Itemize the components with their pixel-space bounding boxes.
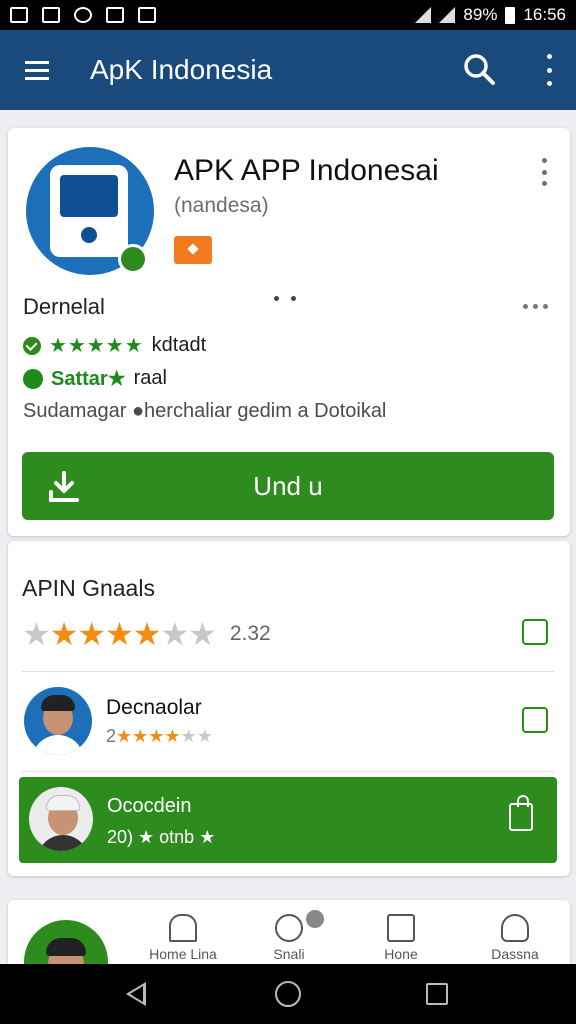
write-review-icon[interactable] [522, 619, 548, 645]
media-notification-icon [74, 7, 92, 23]
status-bar: 89% 16:56 [0, 0, 576, 30]
image-notification-icon [10, 7, 28, 23]
app-description: Sudamagar ●herchaliar gedim a Dotoikal [23, 400, 387, 422]
card-overflow-icon[interactable] [540, 158, 548, 186]
review-rating: 2★★★★★★ [106, 725, 213, 746]
app-detail-card: APK APP Indonesai (nandesa) Dernelal ★★★… [8, 128, 570, 536]
tab-badge-icon [306, 910, 324, 928]
app-name: APK APP Indonesai [174, 154, 439, 187]
install-button-label: Und u [253, 470, 323, 501]
apps-icon [387, 914, 415, 942]
section-title: Dernelal [23, 294, 105, 319]
review-item[interactable]: Decnaolar 2★★★★★★ [24, 687, 213, 755]
tab-search[interactable]: Snali [244, 910, 334, 962]
person-icon [501, 914, 529, 942]
featured-review[interactable]: Ococdein 20) ★ otnb ★ [19, 777, 557, 863]
lock-icon[interactable] [509, 795, 533, 831]
status-green-text: Sattar★ [51, 368, 126, 390]
status-line: Sattar★ raal [23, 366, 167, 391]
back-icon[interactable] [126, 982, 146, 1006]
status-dot-icon [23, 368, 43, 389]
app-subtitle: (nandesa) [174, 194, 269, 217]
notification-icons [10, 7, 156, 23]
green-stars: ★★★★★ [49, 335, 144, 357]
app-bar: ApK Indonesia [0, 30, 576, 110]
category-badge [174, 236, 212, 264]
avatar [29, 787, 93, 851]
recent-apps-icon[interactable] [426, 983, 448, 1005]
battery-percent: 89% [463, 5, 498, 24]
smile-icon [275, 914, 303, 942]
system-nav-bar [0, 964, 576, 1024]
divider [22, 671, 554, 672]
search-icon[interactable] [462, 52, 496, 86]
app-bar-title: ApK Indonesia [90, 54, 273, 85]
section-more-icon[interactable] [523, 304, 548, 309]
home-icon [169, 914, 197, 942]
dots-divider [274, 296, 296, 301]
divider [22, 771, 554, 772]
tab-apps[interactable]: Hone [356, 910, 446, 962]
clock: 16:56 [523, 5, 566, 24]
tab-home[interactable]: Home Lina [138, 910, 228, 962]
status-text: raal [133, 367, 167, 389]
overall-rating: ★★★★★★★ 2.32 [22, 615, 271, 653]
check-icon [23, 336, 41, 355]
home-button-icon[interactable] [275, 981, 301, 1007]
download-notification-icon [106, 7, 124, 23]
rating-line: ★★★★★ kdtadt [23, 333, 206, 358]
ratings-title: APIN Gnaals [22, 575, 155, 601]
mail-notification-icon [138, 7, 156, 23]
featured-reviewer-name: Ococdein [107, 795, 192, 817]
edit-review-icon[interactable] [522, 707, 548, 733]
signal-icon-2 [439, 7, 456, 23]
rating-value: 2.32 [229, 622, 271, 645]
verified-badge-icon [118, 244, 148, 274]
rating-line-text: kdtadt [151, 334, 207, 356]
battery-icon [505, 6, 516, 24]
signal-icon [415, 7, 432, 23]
reviewer-name: Decnaolar [106, 695, 202, 719]
tab-account[interactable]: Dassna [470, 910, 560, 962]
rating-stars: ★★★★★★★ [22, 616, 217, 652]
download-icon [49, 471, 79, 502]
hamburger-menu-icon[interactable] [0, 30, 74, 110]
gallery-notification-icon [42, 7, 60, 23]
featured-review-meta: 20) ★ otnb ★ [107, 827, 216, 847]
avatar [24, 687, 92, 755]
install-button[interactable]: Und u [22, 452, 554, 520]
overflow-menu-icon[interactable] [542, 54, 556, 86]
ratings-card: APIN Gnaals ★★★★★★★ 2.32 Decnaolar 2★★★★… [8, 541, 570, 876]
